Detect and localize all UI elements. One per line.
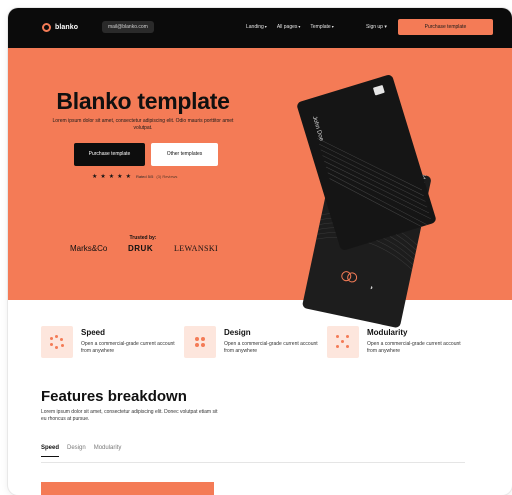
dots-ring-icon xyxy=(41,326,73,358)
feature-description: Open a commercial-grade current account … xyxy=(81,341,175,354)
tab-speed[interactable]: Speed xyxy=(41,445,60,457)
brand-logo[interactable]: blanko xyxy=(42,23,78,32)
feature-speed: Speed Open a commercial-grade current ac… xyxy=(41,326,181,366)
feature-title: Design xyxy=(224,328,251,337)
dot-grid-icon xyxy=(327,326,359,358)
hero-subtitle: Lorem ipsum dolor sit amet, consectetur … xyxy=(52,118,234,131)
star-icon: ★ xyxy=(100,174,106,180)
other-templates-button[interactable]: Other templates xyxy=(151,143,218,166)
star-icon: ★ xyxy=(125,174,131,180)
card-front: John Doe xyxy=(296,73,437,252)
chevron-down-icon: ▾ xyxy=(264,24,267,29)
card-pattern xyxy=(317,138,431,227)
menu-item-all-pages[interactable]: All pages▾ xyxy=(277,24,301,30)
brand-name: blanko xyxy=(55,24,79,31)
features-breakdown-subtitle: Lorem ipsum dolor sit amet, consectetur … xyxy=(41,409,218,422)
sign-up-link[interactable]: Sign up ▾ xyxy=(366,24,387,30)
feature-modularity: Modularity Open a commercial-grade curre… xyxy=(327,326,467,366)
rating: ★ ★ ★ ★ ★ Rated 5/5 (3) Reviews xyxy=(92,173,177,180)
features-breakdown-title: Features breakdown xyxy=(41,388,187,405)
four-dots-icon xyxy=(184,326,216,358)
feature-tabs: Speed Design Modularity xyxy=(41,445,121,457)
star-icon: ★ xyxy=(117,174,123,180)
menu-item-template[interactable]: Template▾ xyxy=(310,24,333,30)
top-navigation: blanko mail@blanko.com Landing▾ All page… xyxy=(8,8,512,48)
logo-marks-co: Marks&Co xyxy=(70,244,108,253)
reviews-link[interactable]: (3) Reviews xyxy=(156,174,177,179)
tab-design[interactable]: Design xyxy=(67,445,86,457)
feature-title: Modularity xyxy=(367,328,408,337)
email-pill[interactable]: mail@blanko.com xyxy=(102,21,154,33)
hero-purchase-button[interactable]: Purchase template xyxy=(74,143,145,166)
feature-preview-panel xyxy=(41,482,214,495)
hero-section: Blanko template Lorem ipsum dolor sit am… xyxy=(8,48,512,329)
menu-item-landing[interactable]: Landing▾ xyxy=(246,24,267,30)
feature-description: Open a commercial-grade current account … xyxy=(224,341,318,354)
rating-text: Rated 5/5 xyxy=(135,174,154,179)
chevron-down-icon: ▾ xyxy=(331,24,334,29)
trusted-by-label: Trusted by: xyxy=(129,235,157,241)
hero-title: Blanko template xyxy=(56,88,230,114)
browser-frame: blanko mail@blanko.com Landing▾ All page… xyxy=(8,8,512,495)
logo-lewanski: LEWANSKI xyxy=(174,244,219,253)
brand-mark-icon xyxy=(42,23,51,32)
tab-modularity[interactable]: Modularity xyxy=(94,445,122,457)
feature-description: Open a commercial-grade current account … xyxy=(367,341,461,354)
chevron-down-icon: ▾ xyxy=(298,24,301,29)
star-icon: ★ xyxy=(108,174,115,180)
feature-title: Speed xyxy=(81,328,106,337)
tabs-divider xyxy=(41,462,465,463)
star-icon: ★ xyxy=(92,174,98,180)
feature-design: Design Open a commercial-grade current a… xyxy=(184,326,324,366)
logo-druk: DRUK xyxy=(128,244,154,253)
main-menu: Landing▾ All pages▾ Template▾ xyxy=(246,24,334,30)
purchase-template-button[interactable]: Purchase template xyxy=(398,19,493,35)
